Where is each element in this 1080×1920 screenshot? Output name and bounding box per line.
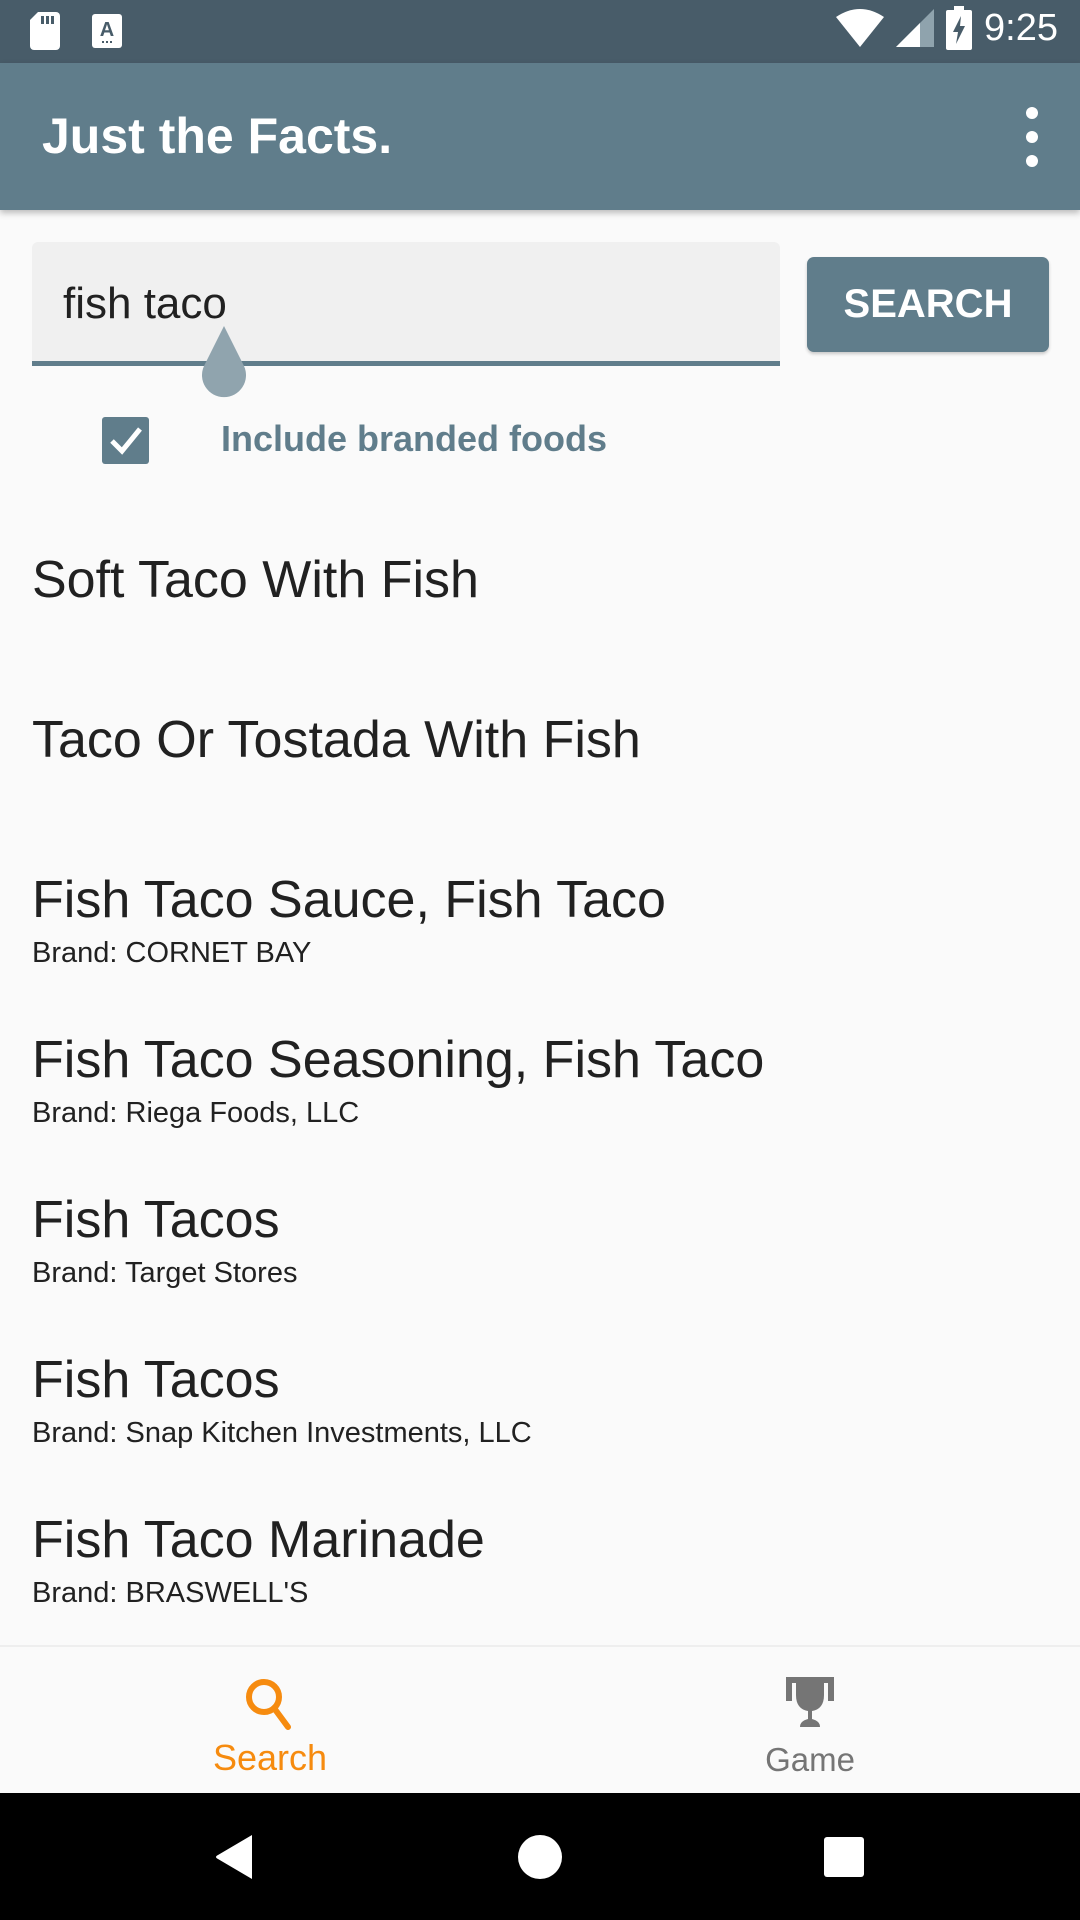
food-brand: Brand: Riega Foods, LLC (32, 1097, 360, 1129)
battery-charging-icon (946, 6, 973, 50)
app-bar: Just the Facts. (0, 63, 1080, 210)
sd-card-icon (30, 12, 60, 50)
results-list: Soft Taco With Fish Taco Or Tostada With… (0, 500, 1080, 1620)
list-item[interactable]: Fish Taco Sauce, Fish Taco Brand: CORNET… (0, 820, 1080, 980)
search-button[interactable]: SEARCH (807, 257, 1049, 352)
keyboard-a-icon: A (92, 14, 122, 48)
status-time: 9:25 (984, 6, 1058, 49)
checkmark-icon (110, 427, 142, 455)
list-item[interactable]: Fish Taco Marinade Brand: BRASWELL'S (0, 1460, 1080, 1620)
text-cursor-handle[interactable] (194, 326, 254, 398)
tab-game-label: Game (765, 1741, 855, 1778)
food-name: Fish Tacos (32, 1191, 280, 1249)
list-item[interactable]: Fish Tacos Brand: Target Stores (0, 1140, 1080, 1300)
search-input[interactable] (63, 274, 743, 334)
status-bar: A 9:25 (0, 0, 1080, 63)
svg-text:A: A (100, 19, 114, 41)
bottom-navigation: Search Game (0, 1645, 1080, 1795)
system-navigation-bar (0, 1793, 1080, 1920)
include-branded-checkbox[interactable] (102, 417, 149, 464)
tab-game[interactable]: Game (540, 1647, 1080, 1795)
food-name: Taco Or Tostada With Fish (32, 711, 641, 769)
list-item[interactable]: Taco Or Tostada With Fish (0, 660, 1080, 820)
food-brand: Brand: Target Stores (32, 1257, 298, 1289)
more-vert-icon[interactable] (1012, 107, 1052, 167)
food-brand: Brand: Snap Kitchen Investments, LLC (32, 1417, 532, 1449)
back-icon[interactable] (212, 1833, 260, 1881)
food-name: Fish Taco Seasoning, Fish Taco (32, 1031, 765, 1089)
food-brand: Brand: BRASWELL'S (32, 1577, 309, 1609)
search-icon (246, 1679, 291, 1730)
tab-search[interactable]: Search (0, 1647, 540, 1795)
app-title: Just the Facts. (42, 108, 393, 164)
food-name: Fish Taco Sauce, Fish Taco (32, 871, 666, 929)
trophy-icon (786, 1677, 834, 1727)
food-name: Soft Taco With Fish (32, 551, 479, 609)
list-item[interactable]: Soft Taco With Fish (0, 500, 1080, 660)
recents-icon[interactable] (820, 1833, 868, 1881)
list-item[interactable]: Fish Taco Seasoning, Fish Taco Brand: Ri… (0, 980, 1080, 1140)
list-item[interactable]: Fish Tacos Brand: Snap Kitchen Investmen… (0, 1300, 1080, 1460)
tab-search-label: Search (212, 1737, 328, 1778)
food-name: Fish Taco Marinade (32, 1511, 485, 1569)
home-icon[interactable] (516, 1833, 564, 1881)
include-branded-label[interactable]: Include branded foods (221, 418, 607, 460)
search-field[interactable] (32, 242, 780, 366)
signal-icon (896, 9, 935, 47)
wifi-icon (836, 9, 885, 47)
food-name: Fish Tacos (32, 1351, 280, 1409)
food-brand: Brand: CORNET BAY (32, 937, 312, 969)
